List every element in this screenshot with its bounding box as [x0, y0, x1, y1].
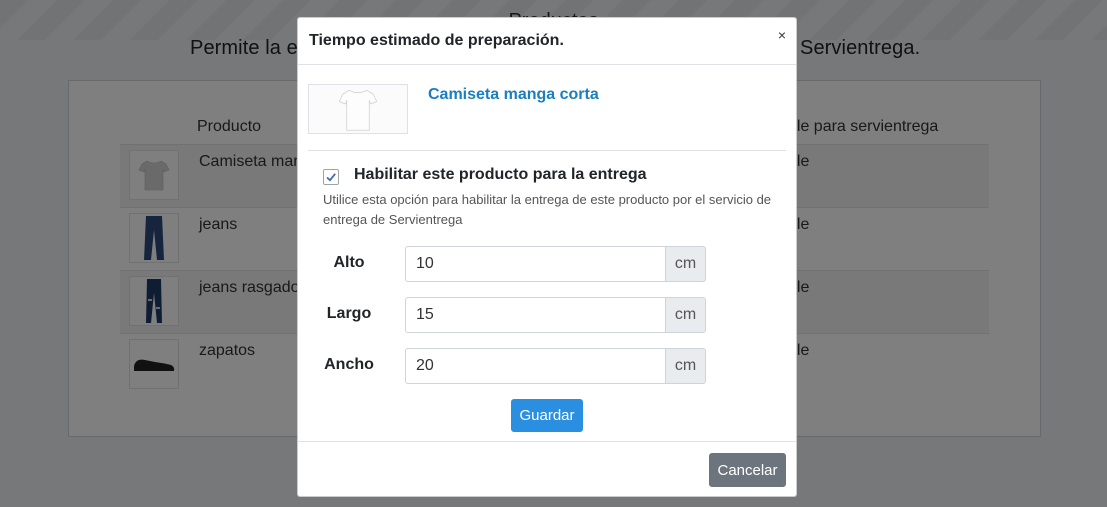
enable-delivery-checkbox[interactable]: [323, 169, 339, 185]
modal-header: Tiempo estimado de preparación. ×: [298, 18, 796, 65]
product-name-link[interactable]: Camiseta manga corta: [428, 86, 599, 104]
tshirt-icon: [308, 84, 408, 134]
cancel-button[interactable]: Cancelar: [709, 453, 786, 487]
checkmark-icon: [326, 173, 336, 182]
modal-footer: Cancelar: [298, 441, 796, 497]
width-field-row: Ancho cm: [298, 348, 798, 384]
width-unit: cm: [666, 348, 706, 384]
product-summary: Camiseta manga corta: [308, 84, 786, 151]
height-unit: cm: [666, 246, 706, 282]
width-label: Ancho: [324, 356, 374, 373]
height-field-row: Alto cm: [298, 246, 798, 282]
preparation-time-modal: Tiempo estimado de preparación. × Camise…: [297, 17, 797, 497]
save-button[interactable]: Guardar: [511, 399, 583, 432]
height-input[interactable]: [405, 246, 666, 282]
modal-title: Tiempo estimado de preparación.: [309, 32, 564, 49]
help-text: Utilice esta opción para habilitar la en…: [323, 192, 772, 227]
close-icon[interactable]: ×: [778, 27, 786, 43]
length-unit: cm: [666, 297, 706, 333]
enable-delivery-label[interactable]: Habilitar este producto para la entrega: [354, 166, 647, 184]
length-input[interactable]: [405, 297, 666, 333]
length-field-row: Largo cm: [298, 297, 798, 333]
height-label: Alto: [333, 254, 365, 271]
width-input[interactable]: [405, 348, 666, 384]
length-label: Largo: [326, 305, 372, 322]
